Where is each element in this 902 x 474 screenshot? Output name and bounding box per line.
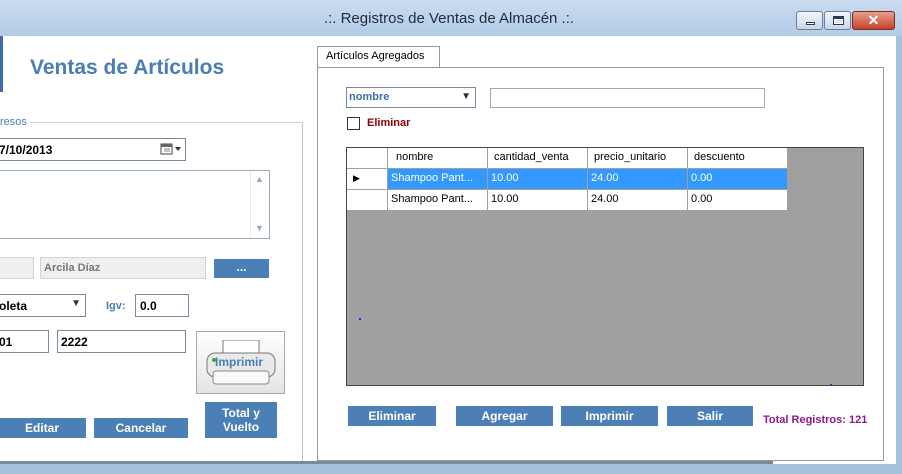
total-records-label: Total Registros: 121 [763,414,868,426]
igv-input[interactable]: 0.0 [135,294,189,317]
stray-pixel [359,318,361,320]
client-code-field [0,257,34,279]
exit-button[interactable]: Salir [667,406,753,426]
add-button[interactable]: Agregar [456,406,553,426]
notes-scrollbar[interactable]: ▲ ▼ [250,171,268,238]
print-button[interactable]: Imprimir [561,406,658,426]
date-picker[interactable]: 7/10/2013 [0,138,186,161]
table-cell[interactable]: 10.00 [488,169,588,190]
print-receipt-button[interactable]: Imprimir [196,331,285,394]
igv-label: Igv: [106,300,126,312]
browse-client-button[interactable]: ... [214,259,269,278]
tab-articulos-agregados[interactable]: Artículos Agregados [317,46,440,68]
cancel-button[interactable]: Cancelar [94,418,188,438]
calendar-icon[interactable] [160,142,182,156]
client-name-field: Arcila Díaz [40,257,206,279]
group-label: resos [0,116,30,128]
delete-checkbox-label: Eliminar [367,117,411,129]
chevron-down-icon: ▼ [71,298,81,309]
scroll-up-icon[interactable]: ▲ [255,174,264,184]
page-title: Ventas de Artículos [30,56,225,79]
minimize-icon [806,22,815,25]
filter-field-select[interactable]: nombre ▼ [346,87,476,108]
table-cell[interactable]: Shampoo Pant... [388,169,488,190]
column-header[interactable]: precio_unitario [588,148,688,169]
sales-form-panel: Ventas de Artículos resos 7/10/2013 ▲ ▼ … [0,36,304,464]
maximize-icon [833,16,844,25]
column-header[interactable]: descuento [688,148,788,169]
notes-textarea[interactable] [0,170,270,239]
app-window: .:. Registros de Ventas de Almacén .:. ✕… [0,0,902,474]
serie-input[interactable]: 01 [0,330,49,353]
table-cell[interactable]: Shampoo Pant... [388,190,488,211]
maximize-button[interactable] [824,11,851,30]
heading-accent-bar [0,36,3,92]
table-cell[interactable]: 0.00 [688,169,788,190]
table-cell[interactable]: 24.00 [588,190,688,211]
document-type-value: oleta [0,299,28,313]
total-change-label-line1: Total y [222,406,260,420]
window-border-bottom [0,464,902,474]
window-border-right [896,36,902,464]
numero-input[interactable]: 2222 [57,330,186,353]
title-bar[interactable]: .:. Registros de Ventas de Almacén .:. ✕ [0,0,902,36]
row-pointer-icon: ▶ [353,173,360,183]
table-cell[interactable]: 10.00 [488,190,588,211]
search-input[interactable] [490,88,765,108]
row-header[interactable]: ▶ [347,169,388,190]
table-cell[interactable]: 24.00 [588,169,688,190]
close-icon: ✕ [867,12,880,28]
delete-checkbox[interactable] [347,117,360,130]
close-button[interactable]: ✕ [852,11,895,30]
minimize-button[interactable] [796,11,823,30]
items-grid[interactable]: nombre cantidad_venta precio_unitario de… [346,147,864,386]
table-cell[interactable]: 0.00 [688,190,788,211]
delete-button[interactable]: Eliminar [348,406,436,426]
chevron-down-icon: ▼ [461,91,471,102]
document-type-select[interactable]: oleta ▼ [0,294,86,317]
edit-button[interactable]: Editar [0,418,86,438]
filter-field-value: nombre [349,91,390,103]
scroll-down-icon[interactable]: ▼ [255,223,264,233]
stray-pixel [830,384,832,385]
total-change-label-line2: Vuelto [222,420,260,434]
client-area: Ventas de Artículos resos 7/10/2013 ▲ ▼ … [0,36,902,464]
row-header[interactable] [347,190,388,211]
total-change-button[interactable]: Total y Vuelto [205,402,277,438]
print-receipt-label: Imprimir [215,355,264,369]
window-title: .:. Registros de Ventas de Almacén .:. [323,10,575,27]
column-header[interactable]: cantidad_venta [488,148,588,169]
column-header[interactable]: nombre [388,148,488,169]
grid-corner-header [347,148,388,169]
